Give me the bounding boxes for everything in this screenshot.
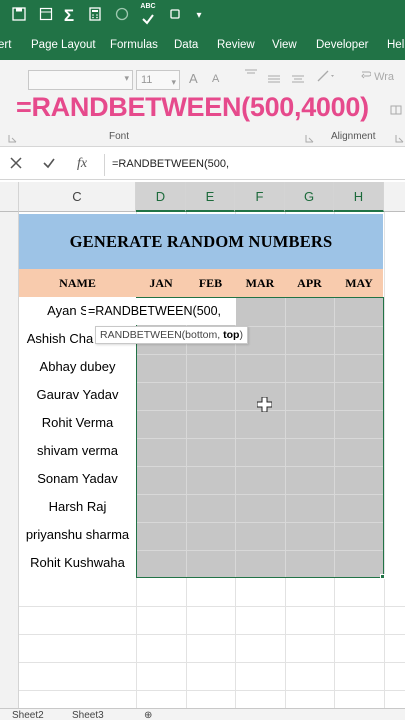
align-middle-icon[interactable] bbox=[267, 74, 281, 89]
alignment-launcher-icon[interactable] bbox=[395, 132, 404, 146]
tab-formulas[interactable]: Formulas bbox=[110, 39, 158, 51]
spelling-icon[interactable]: ABC bbox=[138, 3, 158, 29]
name-cell[interactable]: Harsh Raj bbox=[19, 493, 136, 521]
column-header-i[interactable] bbox=[384, 182, 405, 212]
alignment-group-label: Alignment bbox=[331, 131, 376, 142]
chevron-down-icon: ▾ bbox=[124, 73, 129, 83]
clipboard-launcher-icon[interactable] bbox=[8, 132, 17, 146]
more-icon[interactable] bbox=[166, 7, 184, 25]
column-header-d[interactable]: D bbox=[136, 182, 186, 212]
spelling-abc-text: ABC bbox=[140, 3, 156, 10]
merge-icon[interactable] bbox=[390, 104, 402, 119]
header-feb[interactable]: FEB bbox=[186, 269, 235, 297]
header-may[interactable]: MAY bbox=[334, 269, 384, 297]
header-apr[interactable]: APR bbox=[285, 269, 334, 297]
insert-function-icon[interactable]: fx bbox=[77, 156, 87, 172]
undo-icon[interactable] bbox=[37, 7, 55, 25]
formula-bar: fx =RANDBETWEEN(500, bbox=[0, 150, 405, 180]
name-cell[interactable]: Abhay dubey bbox=[19, 353, 136, 381]
tooltip-current-arg: top bbox=[223, 329, 240, 341]
column-header-f[interactable]: F bbox=[235, 182, 285, 212]
sheet-title[interactable]: GENERATE RANDOM NUMBERS bbox=[19, 214, 383, 269]
name-cell[interactable]: Rohit Verma bbox=[19, 409, 136, 437]
enter-icon[interactable] bbox=[42, 156, 56, 173]
tooltip-function: RANDBETWEEN(bottom, bbox=[100, 329, 224, 341]
formula-bar-divider bbox=[104, 154, 105, 176]
name-cell[interactable]: priyanshu sharma bbox=[19, 521, 136, 549]
wrap-text-label: Wra bbox=[374, 71, 395, 83]
tab-help[interactable]: Hel bbox=[387, 39, 404, 51]
name-cell[interactable]: shivam verma bbox=[19, 437, 136, 465]
name-cell[interactable]: Sonam Yadav bbox=[19, 465, 136, 493]
select-all-corner[interactable] bbox=[0, 182, 19, 212]
sheet-tab-bar: Sheet2 Sheet3 ⊕ bbox=[0, 708, 405, 720]
tab-data[interactable]: Data bbox=[174, 39, 198, 51]
function-tooltip[interactable]: RANDBETWEEN(bottom, top) bbox=[95, 326, 248, 344]
font-size-value: 11 bbox=[141, 74, 153, 86]
wrap-text-button[interactable]: Wra bbox=[361, 70, 394, 83]
active-cell-editor[interactable]: =RANDBETWEEN(500, bbox=[86, 298, 236, 325]
fill-handle[interactable] bbox=[380, 574, 385, 579]
grow-font-icon[interactable]: A bbox=[189, 71, 198, 86]
quick-access-toolbar: Σ ABC ▾ bbox=[0, 0, 405, 32]
sheet-tab[interactable]: Sheet2 bbox=[12, 710, 44, 720]
column-header-g[interactable]: G bbox=[285, 182, 334, 212]
name-cell[interactable]: Ashish Cha bbox=[19, 325, 101, 353]
sheet-tab[interactable]: Sheet3 bbox=[72, 710, 104, 720]
name-cell[interactable]: Gaurav Yadav bbox=[19, 381, 136, 409]
circle-icon[interactable] bbox=[113, 7, 131, 25]
tab-insert[interactable]: ert bbox=[0, 39, 11, 51]
chevron-down-icon: ▾ bbox=[171, 77, 176, 87]
tab-page-layout[interactable]: Page Layout bbox=[31, 39, 96, 51]
shrink-font-icon[interactable]: A bbox=[212, 73, 219, 85]
cell-cursor-icon bbox=[256, 396, 273, 413]
ribbon-tabs: ert Page Layout Formulas Data Review Vie… bbox=[0, 32, 405, 60]
cancel-icon[interactable] bbox=[9, 156, 23, 173]
tab-review[interactable]: Review bbox=[217, 39, 255, 51]
align-top-icon[interactable] bbox=[244, 68, 258, 83]
font-group-label: Font bbox=[109, 131, 130, 142]
save-icon[interactable] bbox=[10, 7, 28, 25]
column-header-c[interactable]: C bbox=[19, 182, 136, 212]
add-sheet-icon[interactable]: ⊕ bbox=[144, 710, 152, 720]
tab-developer[interactable]: Developer bbox=[316, 39, 368, 51]
calculator-icon[interactable] bbox=[86, 7, 104, 25]
row-header-strip[interactable] bbox=[0, 212, 19, 718]
column-header-e[interactable]: E bbox=[186, 182, 235, 212]
orientation-icon[interactable] bbox=[316, 69, 336, 86]
header-jan[interactable]: JAN bbox=[136, 269, 186, 297]
name-cell[interactable]: Rohit Kushwaha bbox=[19, 549, 136, 577]
sum-icon[interactable]: Σ bbox=[60, 7, 78, 25]
font-name-dropdown[interactable]: ▾ bbox=[28, 70, 133, 90]
tooltip-close: ) bbox=[239, 329, 243, 341]
header-row: NAME JAN FEB MAR APR MAY bbox=[19, 269, 383, 297]
align-bottom-icon[interactable] bbox=[291, 74, 305, 89]
formula-bar-input[interactable]: =RANDBETWEEN(500, bbox=[112, 158, 229, 170]
customize-toolbar-icon[interactable]: ▾ bbox=[190, 7, 208, 25]
column-header-h[interactable]: H bbox=[334, 182, 384, 212]
formula-caption-overlay: =RANDBETWEEN(500,4000) bbox=[16, 92, 369, 122]
tab-view[interactable]: View bbox=[272, 39, 297, 51]
font-launcher-icon[interactable] bbox=[305, 132, 314, 146]
header-name[interactable]: NAME bbox=[19, 269, 136, 297]
header-mar[interactable]: MAR bbox=[235, 269, 285, 297]
font-size-dropdown[interactable]: 11 ▾ bbox=[136, 70, 180, 90]
